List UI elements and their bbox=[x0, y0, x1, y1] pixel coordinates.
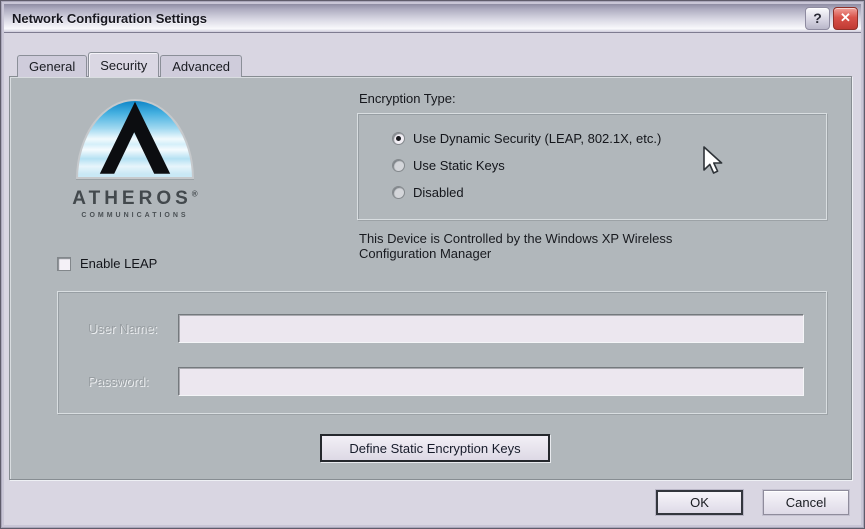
close-icon[interactable]: ✕ bbox=[833, 6, 858, 30]
encryption-type-label: Encryption Type: bbox=[359, 91, 456, 106]
radio-label: Use Dynamic Security (LEAP, 802.1X, etc.… bbox=[413, 131, 662, 146]
radio-label: Disabled bbox=[413, 185, 464, 200]
credentials-groupbox: User Name: Password: bbox=[57, 291, 827, 414]
radio-selected-dot bbox=[396, 136, 401, 141]
device-note-line1: This Device is Controlled by the Windows… bbox=[359, 231, 673, 246]
user-name-field[interactable] bbox=[178, 314, 804, 343]
device-note: This Device is Controlled by the Windows… bbox=[359, 231, 789, 261]
tab-advanced[interactable]: Advanced bbox=[160, 55, 243, 77]
radio-button-icon[interactable] bbox=[392, 186, 405, 199]
security-tab-panel: ATHEROS® COMMUNICATIONS Encryption Type:… bbox=[9, 76, 852, 480]
atheros-logo: ATHEROS® COMMUNICATIONS bbox=[60, 99, 210, 219]
enable-leap-row[interactable]: Enable LEAP bbox=[57, 256, 157, 271]
network-configuration-dialog: Network Configuration Settings ? ✕ Gener… bbox=[0, 0, 865, 529]
radio-disabled[interactable]: Disabled bbox=[392, 179, 826, 206]
user-name-label: User Name: bbox=[88, 321, 158, 336]
atheros-dome-graphic bbox=[76, 99, 194, 179]
atheros-subtitle-text: COMMUNICATIONS bbox=[81, 212, 189, 219]
tab-strip: General Security Advanced bbox=[17, 52, 243, 77]
atheros-brand-text: ATHEROS® bbox=[72, 188, 198, 209]
ok-button[interactable]: OK bbox=[656, 490, 743, 515]
password-label: Password: bbox=[88, 374, 149, 389]
tab-security[interactable]: Security bbox=[88, 52, 160, 77]
atheros-a-glyph bbox=[99, 101, 171, 174]
tab-general[interactable]: General bbox=[17, 55, 88, 77]
help-icon[interactable]: ? bbox=[805, 6, 830, 30]
titlebar[interactable]: Network Configuration Settings ? ✕ bbox=[4, 4, 861, 33]
radio-button-icon[interactable] bbox=[392, 132, 405, 145]
window-title: Network Configuration Settings bbox=[12, 10, 207, 26]
radio-label: Use Static Keys bbox=[413, 158, 505, 173]
radio-use-static-keys[interactable]: Use Static Keys bbox=[392, 152, 826, 179]
define-static-encryption-keys-button[interactable]: Define Static Encryption Keys bbox=[320, 434, 550, 462]
radio-use-dynamic-security[interactable]: Use Dynamic Security (LEAP, 802.1X, etc.… bbox=[392, 125, 826, 152]
enable-leap-label: Enable LEAP bbox=[80, 256, 158, 271]
device-note-line2: Configuration Manager bbox=[359, 246, 492, 261]
radio-button-icon[interactable] bbox=[392, 159, 405, 172]
password-field[interactable] bbox=[178, 367, 804, 396]
enable-leap-checkbox[interactable] bbox=[57, 256, 71, 271]
registered-mark: ® bbox=[191, 189, 198, 199]
cancel-button[interactable]: Cancel bbox=[763, 490, 849, 515]
encryption-type-groupbox: Use Dynamic Security (LEAP, 802.1X, etc.… bbox=[357, 113, 827, 220]
